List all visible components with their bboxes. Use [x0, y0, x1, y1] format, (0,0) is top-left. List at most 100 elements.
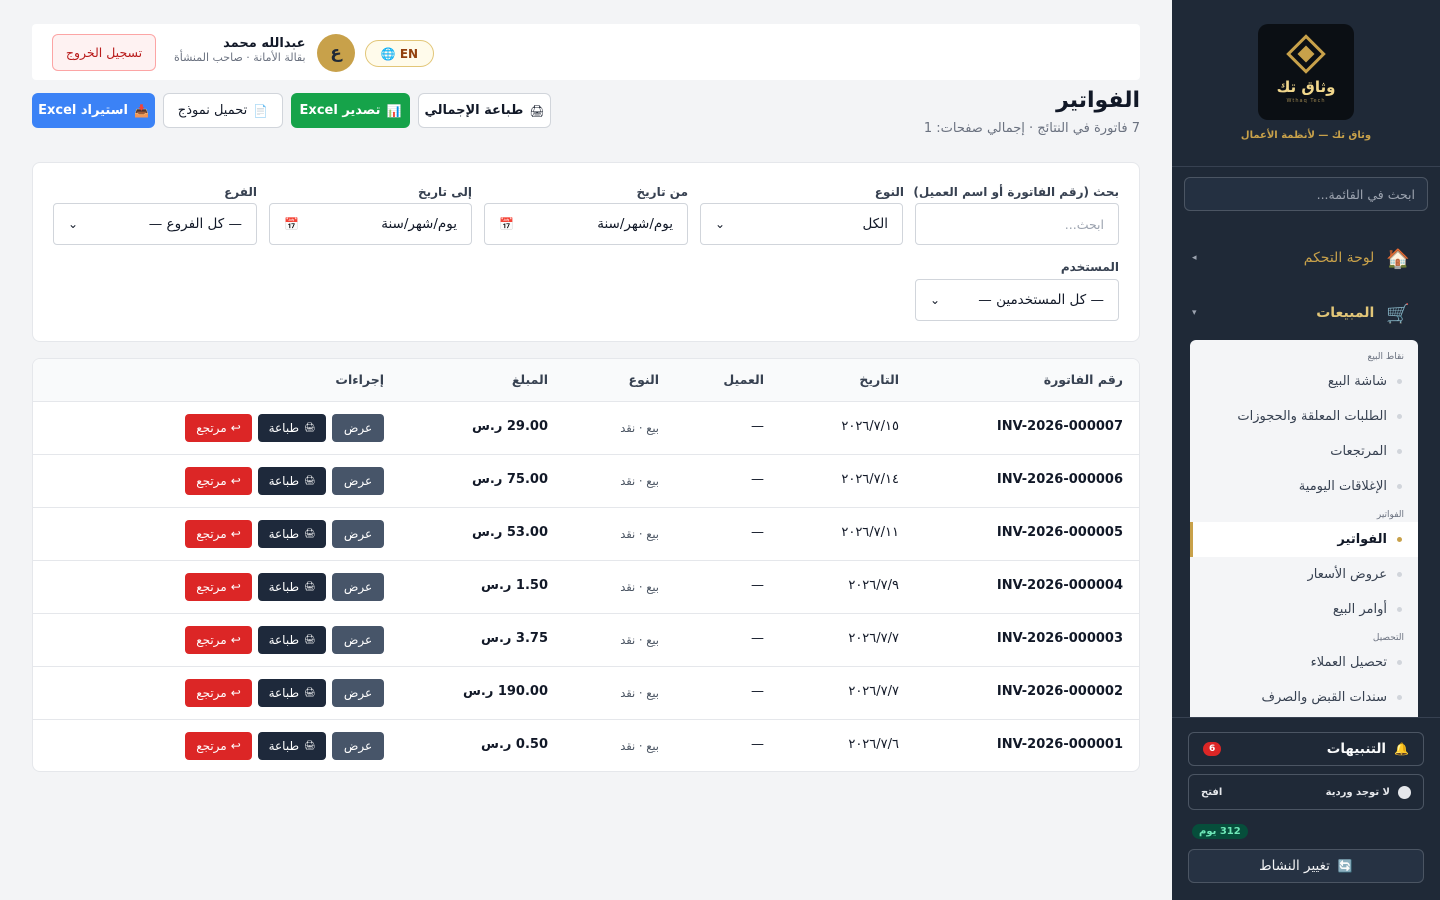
- return-arrow-icon: ↩: [230, 633, 241, 647]
- open-shift-button[interactable]: افتح: [1201, 787, 1222, 798]
- table-row[interactable]: INV-2026-000004 ٢٠٢٦/٧/٩ — بيع · نقد 1.50 ر.…: [33, 561, 1139, 614]
- print-all-button[interactable]: 🖨 طباعة الإجمالي: [418, 93, 551, 128]
- invoice-number[interactable]: INV-2026-000001: [997, 737, 1123, 752]
- user-name: عبدالله محمد: [223, 36, 306, 51]
- view-button[interactable]: عرض: [332, 573, 384, 601]
- view-button[interactable]: عرض: [332, 679, 384, 707]
- print-button[interactable]: 🖨 طباعة: [258, 573, 326, 601]
- col-date[interactable]: التاريخ: [859, 372, 899, 387]
- view-button[interactable]: عرض: [332, 626, 384, 654]
- view-label: عرض: [343, 527, 373, 541]
- shift-status-icon: [1398, 785, 1411, 799]
- col-type[interactable]: النوع: [629, 372, 659, 387]
- table-row[interactable]: INV-2026-000005 ٢٠٢٦/٧/١١ — بيع · نقد 53.00 …: [33, 508, 1139, 561]
- printer-icon: 🖨: [304, 635, 316, 645]
- invoice-number[interactable]: INV-2026-000003: [997, 631, 1123, 646]
- invoice-type: بيع · نقد: [620, 633, 659, 647]
- logo-name: وثاق تك: [1276, 78, 1336, 96]
- return-button[interactable]: ↩ مرتجع: [185, 732, 252, 760]
- invoice-customer: —: [751, 472, 764, 487]
- change-activity-button[interactable]: 🔄 تغيير النشاط: [1188, 849, 1424, 883]
- table-row[interactable]: INV-2026-000006 ٢٠٢٦/٧/١٤ — بيع · نقد 75.00 …: [33, 455, 1139, 508]
- sidebar-item-pos-screen[interactable]: شاشة البيع: [1190, 364, 1418, 399]
- sidebar-item-daily-closings[interactable]: الإغلاقات اليومية: [1190, 469, 1418, 504]
- nav-item-sales[interactable]: 🛒 المبيعات ▾: [1172, 293, 1440, 333]
- search-label: بحث (رقم الفاتورة أو اسم العميل): [913, 185, 1119, 199]
- bullet-icon: [1397, 414, 1402, 419]
- invoice-number[interactable]: INV-2026-000007: [997, 419, 1123, 434]
- invoice-number[interactable]: INV-2026-000002: [997, 684, 1123, 699]
- to-date-input[interactable]: يوم/شهر/سنة 📅: [269, 203, 472, 245]
- bullet-icon: [1397, 695, 1402, 700]
- invoice-number[interactable]: INV-2026-000006: [997, 472, 1123, 487]
- print-button[interactable]: 🖨 طباعة: [258, 732, 326, 760]
- alerts-button[interactable]: 🔔 التنبيهات 6: [1188, 732, 1424, 766]
- shift-panel: لا توجد وردية افتح: [1188, 774, 1424, 810]
- table-row[interactable]: INV-2026-000003 ٢٠٢٦/٧/٧ — بيع · نقد 3.75 ر.…: [33, 614, 1139, 667]
- page-title: الفواتير: [1056, 88, 1140, 113]
- type-select[interactable]: الكل ⌄: [700, 203, 903, 245]
- app-logo[interactable]: وثاق تك Wthaq Tech: [1258, 24, 1354, 120]
- return-arrow-icon: ↩: [230, 421, 241, 435]
- sidebar-item-label: عروض الأسعار: [1307, 567, 1388, 582]
- load-template-button[interactable]: 📄 تحميل نموذج: [163, 93, 283, 128]
- print-button[interactable]: 🖨 طباعة: [258, 467, 326, 495]
- invoice-type: بيع · نقد: [620, 686, 659, 700]
- return-button[interactable]: ↩ مرتجع: [185, 414, 252, 442]
- sidebar-item-customer-collection[interactable]: تحصيل العملاء: [1190, 645, 1418, 680]
- search-input[interactable]: ابحث...: [915, 203, 1119, 245]
- sidebar-item-quotations[interactable]: عروض الأسعار: [1190, 557, 1418, 592]
- table-row[interactable]: INV-2026-000002 ٢٠٢٦/٧/٧ — بيع · نقد 190.00 …: [33, 667, 1139, 720]
- view-button[interactable]: عرض: [332, 520, 384, 548]
- export-excel-button[interactable]: 📊 تصدير Excel: [291, 93, 410, 128]
- return-arrow-icon: ↩: [230, 580, 241, 594]
- print-button[interactable]: 🖨 طباعة: [258, 626, 326, 654]
- col-amount[interactable]: المبلغ: [512, 372, 548, 387]
- table-row[interactable]: INV-2026-000001 ٢٠٢٦/٧/٦ — بيع · نقد 0.50 ر.…: [33, 720, 1139, 771]
- sidebar-item-vouchers[interactable]: سندات القبض والصرف: [1190, 680, 1418, 715]
- invoice-date: ٢٠٢٦/٧/١٥: [841, 419, 899, 434]
- return-button[interactable]: ↩ مرتجع: [185, 626, 252, 654]
- print-button[interactable]: 🖨 طباعة: [258, 414, 326, 442]
- invoice-type: بيع · نقد: [620, 527, 659, 541]
- days-remaining-badge: 312 يوم: [1192, 824, 1248, 839]
- col-invoice[interactable]: رقم الفاتورة: [1044, 372, 1123, 387]
- language-toggle[interactable]: EN 🌐: [365, 40, 434, 67]
- view-button[interactable]: عرض: [332, 414, 384, 442]
- sidebar-item-label: الإغلاقات اليومية: [1298, 479, 1387, 494]
- return-button[interactable]: ↩ مرتجع: [185, 520, 252, 548]
- invoice-number[interactable]: INV-2026-000005: [997, 525, 1123, 540]
- nav-item-dashboard[interactable]: 🏠 لوحة التحكم ◂: [1172, 238, 1440, 278]
- invoice-number[interactable]: INV-2026-000004: [997, 578, 1123, 593]
- invoice-date: ٢٠٢٦/٧/٩: [848, 578, 899, 593]
- document-icon: 📄: [253, 103, 269, 118]
- table-row[interactable]: INV-2026-000007 ٢٠٢٦/٧/١٥ — بيع · نقد 29.00 …: [33, 402, 1139, 455]
- view-button[interactable]: عرض: [332, 732, 384, 760]
- sidebar-item-returns[interactable]: المرتجعات: [1190, 434, 1418, 469]
- return-button[interactable]: ↩ مرتجع: [185, 467, 252, 495]
- alerts-count-badge: 6: [1203, 742, 1222, 756]
- logout-button[interactable]: تسجيل الخروج: [52, 34, 156, 71]
- sidebar-item-pending-orders[interactable]: الطلبات المعلقة والحجوزات: [1190, 399, 1418, 434]
- brand-area: وثاق تك Wthaq Tech وثاق تك — لأنظمة الأع…: [1172, 0, 1440, 167]
- import-excel-button[interactable]: 📥 استيراد Excel: [32, 93, 155, 128]
- print-button[interactable]: 🖨 طباعة: [258, 679, 326, 707]
- return-button[interactable]: ↩ مرتجع: [185, 679, 252, 707]
- col-customer[interactable]: العميل: [723, 372, 764, 387]
- view-button[interactable]: عرض: [332, 467, 384, 495]
- to-date-label: إلى تاريخ: [417, 185, 472, 199]
- sidebar-item-sales-orders[interactable]: أوامر البيع: [1190, 592, 1418, 627]
- from-date-input[interactable]: يوم/شهر/سنة 📅: [484, 203, 688, 245]
- print-button[interactable]: 🖨 طباعة: [258, 520, 326, 548]
- sidebar-item-invoices[interactable]: الفواتير: [1190, 522, 1418, 557]
- user-select[interactable]: — كل المستخدمين — ⌄: [915, 279, 1119, 321]
- return-button[interactable]: ↩ مرتجع: [185, 573, 252, 601]
- branch-select[interactable]: — كل الفروع — ⌄: [53, 203, 257, 245]
- view-label: عرض: [343, 739, 373, 753]
- avatar[interactable]: ع: [317, 34, 355, 72]
- calendar-icon[interactable]: 📅: [499, 217, 514, 231]
- return-label: مرتجع: [196, 474, 227, 488]
- sidebar-search-input[interactable]: ابحث في القائمة...: [1184, 177, 1428, 211]
- table-body: INV-2026-000007 ٢٠٢٦/٧/١٥ — بيع · نقد 29.00 …: [33, 402, 1139, 771]
- calendar-icon[interactable]: 📅: [284, 217, 299, 231]
